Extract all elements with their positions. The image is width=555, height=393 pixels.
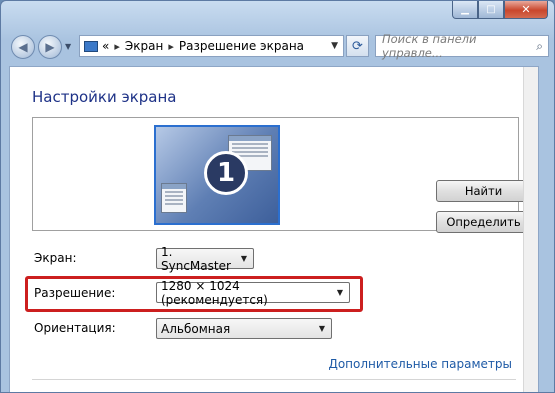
monitor-number-badge: 1 xyxy=(204,151,248,195)
search-box[interactable]: Поиск в панели управле... ⌕ xyxy=(375,32,549,60)
breadcrumb-chevron-icon[interactable]: ▸ xyxy=(168,40,174,53)
minimize-button[interactable]: ▁ xyxy=(452,1,478,19)
forward-button[interactable]: ▶ xyxy=(38,35,62,59)
chevron-down-icon: ▼ xyxy=(336,288,343,297)
monitor-preview-panel: 1 Найти Определить xyxy=(32,117,531,233)
search-icon[interactable]: ⌕ xyxy=(536,39,543,54)
breadcrumb-screen[interactable]: Экран xyxy=(125,39,163,53)
screen-select[interactable]: 1. SyncMaster ▼ xyxy=(156,245,254,273)
window-thumbnail xyxy=(161,183,187,213)
breadcrumb-separator: « xyxy=(102,39,110,53)
control-panel-window: ▁ □ ✕ ◀ ▶ ▼ « ▸ Экран ▸ Разрешение экран… xyxy=(0,0,555,393)
scrollbar[interactable] xyxy=(523,67,538,392)
breadcrumb-resolution[interactable]: Разрешение экрана xyxy=(179,39,304,53)
address-bar[interactable]: « ▸ Экран ▸ Разрешение экрана ▼ xyxy=(79,35,344,57)
orientation-select[interactable]: Альбомная ▼ xyxy=(156,318,332,339)
search-input[interactable]: Поиск в панели управле... xyxy=(382,32,536,60)
resolution-select-value: 1280 × 1024 (рекомендуется) xyxy=(161,278,268,307)
close-button[interactable]: ✕ xyxy=(504,1,548,19)
advanced-settings-link[interactable]: Дополнительные параметры xyxy=(328,357,512,371)
refresh-button[interactable]: ⟳ xyxy=(346,35,369,57)
orientation-select-value: Альбомная xyxy=(161,321,231,336)
screen-select-value: 1. SyncMaster xyxy=(161,244,231,273)
maximize-button[interactable]: □ xyxy=(478,1,504,19)
page-title: Настройки экрана xyxy=(32,88,177,106)
arrow-right-icon: ▶ xyxy=(45,40,55,54)
chevron-down-icon: ▼ xyxy=(318,324,325,333)
breadcrumb-chevron-icon: ▸ xyxy=(114,39,120,53)
arrow-left-icon: ◀ xyxy=(18,40,28,54)
identify-button[interactable]: Определить xyxy=(436,211,531,233)
caption-buttons: ▁ □ ✕ xyxy=(452,1,548,19)
recent-pages-dropdown[interactable]: ▼ xyxy=(65,42,71,51)
refresh-icon: ⟳ xyxy=(352,38,363,54)
monitor-1-preview[interactable]: 1 xyxy=(154,125,280,225)
address-dropdown-icon[interactable]: ▼ xyxy=(331,41,338,51)
resolution-label: Разрешение: xyxy=(34,286,116,300)
resolution-select[interactable]: 1280 × 1024 (рекомендуется) ▼ xyxy=(156,279,350,307)
find-button[interactable]: Найти xyxy=(436,180,531,202)
control-panel-icon xyxy=(84,40,98,52)
orientation-label: Ориентация: xyxy=(34,321,116,335)
chevron-down-icon: ▼ xyxy=(240,254,247,263)
content-area: Настройки экрана 1 Найти Определить Экра… xyxy=(9,66,539,392)
screen-label: Экран: xyxy=(34,251,77,265)
navigation-bar: ◀ ▶ ▼ « ▸ Экран ▸ Разрешение экрана ▼ ⟳ … xyxy=(7,32,549,60)
divider xyxy=(32,379,516,380)
back-button[interactable]: ◀ xyxy=(11,35,35,59)
